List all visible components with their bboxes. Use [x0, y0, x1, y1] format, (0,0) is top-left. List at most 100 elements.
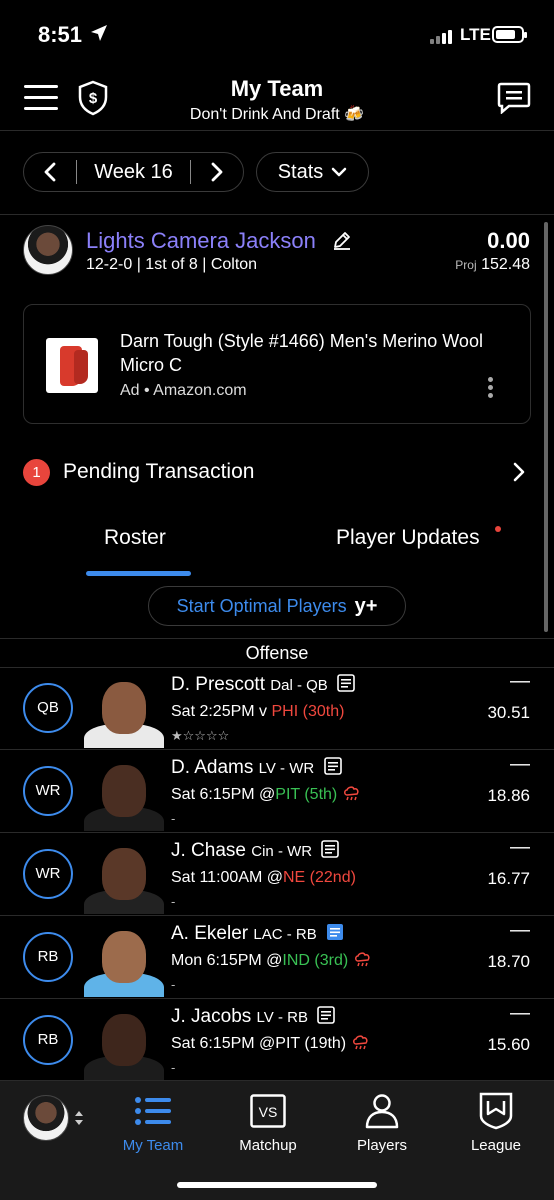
- player-name[interactable]: A. Ekeler: [171, 923, 248, 944]
- ad-title: Darn Tough (Style #1466) Men's Merino Wo…: [120, 331, 483, 375]
- player-row[interactable]: RB A. Ekeler LAC - RB Mon 6:15PM @IND (3…: [0, 917, 554, 999]
- player-projection: 18.70: [487, 952, 530, 971]
- player-name-line: A. Ekeler LAC - RB: [171, 923, 344, 945]
- player-status: -: [171, 894, 176, 909]
- position-button[interactable]: RB: [23, 1015, 73, 1065]
- next-week-button[interactable]: [191, 162, 243, 182]
- week-selector: Week 16: [23, 152, 244, 192]
- game-info: Sat 11:00AM @NE (22nd): [171, 869, 356, 886]
- player-projection: 18.86: [487, 786, 530, 805]
- nav-league[interactable]: League: [441, 1091, 551, 1154]
- nav-label: League: [470, 1137, 522, 1154]
- game-info: Sat 6:15PM @PIT (19th): [171, 1035, 371, 1053]
- divider: [0, 130, 554, 131]
- vs-icon: VS: [213, 1091, 323, 1131]
- list-icon: [98, 1091, 208, 1131]
- player-row[interactable]: RB J. Jacobs LV - RB Sat 6:15PM @PIT (19…: [0, 1000, 554, 1082]
- player-projection: 15.60: [487, 1035, 530, 1054]
- team-name[interactable]: Lights Camera Jackson: [86, 228, 316, 254]
- chat-icon[interactable]: [497, 82, 531, 119]
- nav-players[interactable]: Players: [327, 1091, 437, 1154]
- player-status: -: [171, 977, 176, 992]
- person-icon: [327, 1091, 437, 1131]
- active-tab-indicator: [86, 571, 191, 576]
- player-status: -: [171, 1060, 176, 1075]
- player-points: —: [510, 1002, 530, 1024]
- nav-label: Matchup: [239, 1137, 297, 1154]
- chevron-down-icon: [332, 167, 347, 177]
- nav-label: My Team: [122, 1137, 184, 1154]
- player-projection: 16.77: [487, 869, 530, 888]
- stats-dropdown[interactable]: Stats: [256, 152, 369, 192]
- ad-product-image: [46, 338, 98, 393]
- home-indicator: [177, 1182, 377, 1188]
- player-name-line: J. Jacobs LV - RB: [171, 1006, 336, 1028]
- player-rating: ★☆☆☆☆: [171, 728, 230, 743]
- player-row[interactable]: QB D. Prescott Dal - QB Sat 2:25PM v PHI…: [0, 668, 554, 750]
- player-points: —: [510, 836, 530, 858]
- player-name[interactable]: J. Jacobs: [171, 1006, 251, 1027]
- stats-label: Stats: [277, 160, 324, 183]
- edit-pencil-icon[interactable]: [332, 230, 352, 255]
- player-note-icon[interactable]: [323, 757, 342, 775]
- team-projection: Proj 152.48: [455, 256, 530, 274]
- player-row[interactable]: WR D. Adams LV - WR Sat 6:15PM @PIT (5th…: [0, 751, 554, 833]
- weather-rain-icon: [343, 786, 359, 801]
- player-team: Cin - WR: [251, 843, 313, 860]
- ad-source: Ad • Amazon.com: [120, 382, 247, 399]
- player-team: Dal - QB: [270, 677, 328, 694]
- game-info: Sat 2:25PM v PHI (30th): [171, 703, 345, 720]
- tab-roster[interactable]: Roster: [104, 526, 166, 550]
- vs-icon-text: VS: [259, 1104, 278, 1120]
- scrollbar[interactable]: [544, 222, 548, 632]
- game-info: Sat 6:15PM @PIT (5th): [171, 786, 362, 804]
- chevron-right-icon: [513, 462, 525, 487]
- player-name-line: D. Adams LV - WR: [171, 757, 342, 779]
- team-record: 12-2-0 | 1st of 8 | Colton: [86, 256, 258, 273]
- notification-dot: [495, 526, 501, 532]
- player-name[interactable]: D. Prescott: [171, 674, 265, 695]
- status-bar: 8:51 LTE: [0, 0, 554, 70]
- player-points: —: [510, 753, 530, 775]
- player-name-line: D. Prescott Dal - QB: [171, 674, 355, 696]
- section-header-offense: Offense: [0, 638, 554, 668]
- pending-transaction-row[interactable]: 1 Pending Transaction: [23, 456, 531, 490]
- divider: [0, 214, 554, 215]
- player-headshot: [80, 755, 168, 831]
- tab-player-updates[interactable]: Player Updates: [336, 526, 480, 550]
- team-score: 0.00: [487, 228, 530, 253]
- prev-week-button[interactable]: [24, 162, 76, 182]
- week-label[interactable]: Week 16: [77, 161, 190, 184]
- player-headshot: [80, 921, 168, 997]
- nav-matchup[interactable]: VS Matchup: [213, 1091, 323, 1154]
- ad-card[interactable]: Darn Tough (Style #1466) Men's Merino Wo…: [23, 304, 531, 424]
- position-button[interactable]: WR: [23, 849, 73, 899]
- player-note-icon[interactable]: [321, 840, 340, 858]
- player-note-icon[interactable]: [317, 1006, 336, 1024]
- proj-value: 152.48: [481, 256, 530, 273]
- optimal-label: Start Optimal Players: [176, 595, 347, 616]
- sort-arrows-icon[interactable]: [74, 1109, 84, 1132]
- player-note-icon[interactable]: [337, 674, 355, 692]
- player-name[interactable]: D. Adams: [171, 757, 253, 778]
- player-points: —: [510, 919, 530, 941]
- team-avatar[interactable]: [23, 225, 73, 275]
- start-optimal-players-button[interactable]: Start Optimal Players y+: [148, 586, 406, 626]
- position-button[interactable]: WR: [23, 766, 73, 816]
- weather-rain-icon: [352, 1035, 368, 1050]
- nav-my-team[interactable]: My Team: [98, 1091, 208, 1154]
- position-button[interactable]: QB: [23, 683, 73, 733]
- position-button[interactable]: RB: [23, 932, 73, 982]
- player-note-new-icon[interactable]: [326, 923, 344, 941]
- cell-signal-icon: [430, 30, 452, 44]
- player-name-line: J. Chase Cin - WR: [171, 840, 340, 862]
- team-switcher-avatar[interactable]: [23, 1095, 69, 1141]
- player-row[interactable]: WR J. Chase Cin - WR Sat 11:00AM @NE (22…: [0, 834, 554, 916]
- more-options-icon[interactable]: [488, 377, 493, 398]
- nav-label: Players: [356, 1137, 408, 1154]
- page-title: My Team: [230, 76, 324, 101]
- player-status: -: [171, 811, 176, 826]
- player-name[interactable]: J. Chase: [171, 840, 246, 861]
- network-label: LTE: [460, 25, 491, 44]
- clock: 8:51: [38, 22, 83, 47]
